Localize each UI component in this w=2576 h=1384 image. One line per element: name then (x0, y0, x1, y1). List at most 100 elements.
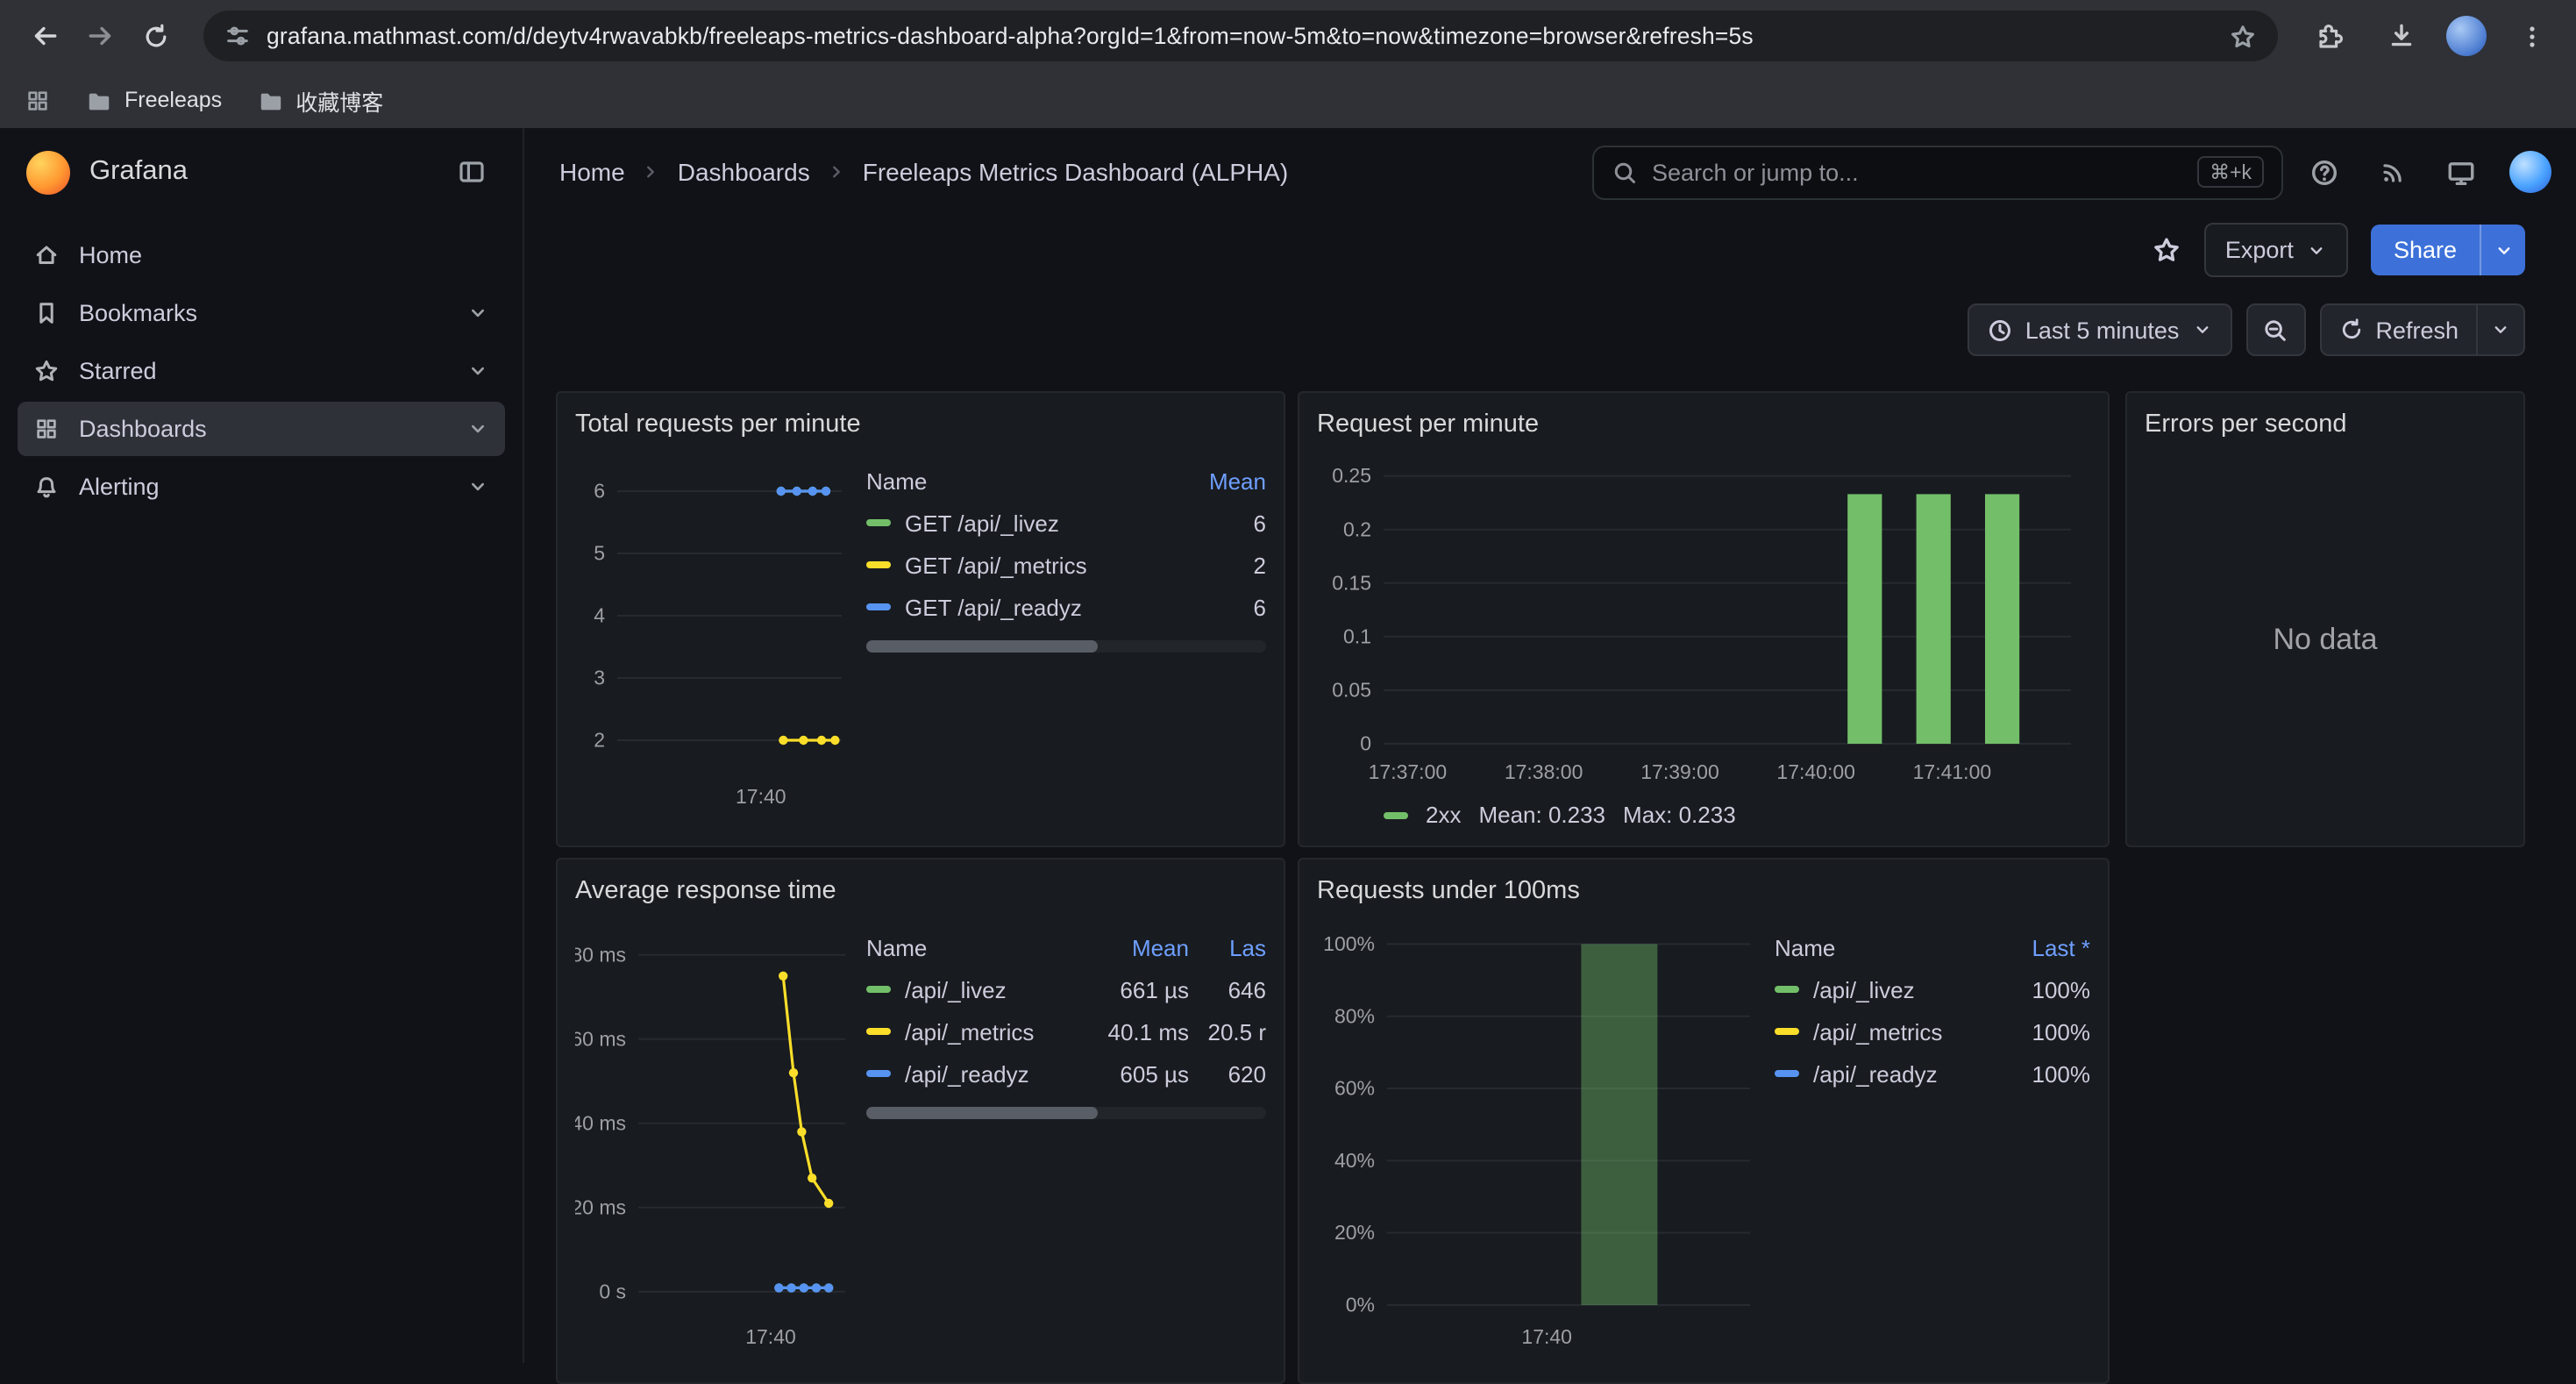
legend-col-mean[interactable]: Mean (1084, 934, 1189, 960)
browser-menu-icon[interactable] (2504, 9, 2558, 63)
series-toggle[interactable]: /api/_livez (866, 976, 1084, 1002)
panel-total-requests: Total requests per minute 6543217:40 Nam… (556, 391, 1285, 847)
panel-title[interactable]: Requests under 100ms (1317, 870, 2090, 912)
panel-title[interactable]: Request per minute (1317, 403, 2090, 446)
refresh-interval-dropdown[interactable] (2478, 303, 2525, 356)
legend-row: /api/_readyz 605 µs 620 (866, 1052, 1266, 1095)
rss-icon[interactable] (2366, 145, 2420, 199)
dock-menu-icon[interactable] (447, 147, 496, 196)
legend-col-name[interactable]: Name (866, 934, 1084, 960)
site-settings-icon[interactable] (224, 23, 251, 49)
user-avatar[interactable] (2509, 151, 2551, 193)
scrollbar-thumb[interactable] (866, 640, 1098, 653)
reload-button[interactable] (130, 10, 182, 62)
total-requests-chart[interactable]: 6543217:40 (575, 446, 852, 814)
legend-row: GET /api/_livez 6 (866, 502, 1266, 544)
legend-scrollbar[interactable] (866, 1107, 1266, 1119)
bookmarks-bar: Freeleaps 收藏博客 (0, 72, 2576, 128)
sidebar-item-label: Home (79, 242, 142, 268)
series-toggle[interactable]: GET /api/_readyz (866, 594, 1175, 620)
scrollbar-thumb[interactable] (866, 1107, 1098, 1119)
request-per-minute-chart[interactable]: 0.250.20.150.10.05017:37:0017:38:0017:39… (1317, 446, 2089, 789)
series-toggle[interactable]: /api/_readyz (866, 1060, 1084, 1087)
legend-col-last[interactable]: Last * (1992, 934, 2090, 960)
svg-text:40%: 40% (1334, 1149, 1375, 1172)
forward-button[interactable] (74, 10, 126, 62)
panel-requests-under-100ms: Requests under 100ms 100%80%60%40%20%0%1… (1298, 858, 2110, 1384)
sidebar-item-label: Dashboards (79, 416, 207, 442)
svg-text:0.05: 0.05 (1332, 679, 1371, 702)
series-toggle[interactable]: /api/_readyz (1775, 1060, 1992, 1087)
legend-col-name[interactable]: Name (1775, 934, 1992, 960)
series-toggle[interactable]: /api/_metrics (1775, 1018, 1992, 1045)
url-text[interactable]: grafana.mathmast.com/d/deytv4rwavabkb/fr… (267, 23, 2215, 49)
panel-title[interactable]: Average response time (575, 870, 1266, 912)
help-icon[interactable] (2297, 145, 2352, 199)
downloads-icon[interactable] (2374, 9, 2429, 63)
url-bar[interactable]: grafana.mathmast.com/d/deytv4rwavabkb/fr… (203, 11, 2278, 61)
sidebar-item-bookmarks[interactable]: Bookmarks (18, 286, 505, 340)
favorite-star-icon[interactable] (2152, 235, 2181, 265)
series-mean: 6 (1175, 510, 1266, 536)
series-toggle[interactable]: /api/_metrics (866, 1018, 1084, 1045)
legend-inline: 2xx Mean: 0.233 Max: 0.233 (1317, 802, 2090, 828)
share-label[interactable]: Share (2371, 225, 2480, 275)
panel-title[interactable]: Total requests per minute (575, 403, 1266, 446)
sidebar-item-alerting[interactable]: Alerting (18, 460, 505, 514)
series-last: 100% (1992, 1060, 2090, 1087)
time-range-label: Last 5 minutes (2025, 317, 2180, 343)
browser-profile-avatar[interactable] (2446, 16, 2487, 56)
export-button[interactable]: Export (2204, 223, 2348, 277)
refresh-group: Refresh (2319, 303, 2525, 356)
zoom-out-button[interactable] (2245, 303, 2305, 356)
legend-col-mean[interactable]: Mean (1175, 467, 1266, 494)
breadcrumb-home[interactable]: Home (559, 158, 625, 186)
legend-scrollbar[interactable] (866, 640, 1266, 653)
chevron-down-icon (466, 475, 489, 498)
bookmark-item-blog[interactable]: 收藏博客 (257, 83, 383, 117)
series-toggle[interactable]: 2xx (1426, 802, 1461, 828)
legend-col-last[interactable]: Las (1189, 934, 1266, 960)
time-range-picker[interactable]: Last 5 minutes (1968, 303, 2232, 356)
no-data-message: No data (2127, 435, 2523, 845)
refresh-label: Refresh (2375, 317, 2459, 343)
legend-row: /api/_livez 100% (1775, 968, 2090, 1010)
sidebar-item-home[interactable]: Home (18, 228, 505, 282)
chevron-down-icon (2191, 319, 2212, 340)
bookmark-icon (33, 300, 60, 326)
average-response-time-chart[interactable]: 80 ms60 ms40 ms20 ms0 s17:40 (575, 912, 852, 1354)
requests-under-100ms-chart[interactable]: 100%80%60%40%20%0%17:40 (1317, 912, 1761, 1354)
bookmark-label: 收藏博客 (295, 83, 383, 117)
bookmark-star-icon[interactable] (2229, 22, 2257, 50)
svg-text:17:40: 17:40 (736, 785, 786, 808)
sidebar-item-label: Bookmarks (79, 300, 197, 326)
chevron-down-icon (466, 302, 489, 325)
extensions-icon[interactable] (2302, 9, 2357, 63)
legend-col-name[interactable]: Name (866, 467, 1175, 494)
back-button[interactable] (18, 10, 70, 62)
series-toggle[interactable]: GET /api/_metrics (866, 552, 1175, 578)
home-icon (33, 242, 60, 268)
share-button[interactable]: Share (2371, 225, 2525, 275)
legend-row: GET /api/_metrics 2 (866, 544, 1266, 586)
folder-icon (257, 87, 283, 113)
share-dropdown-chevron[interactable] (2480, 225, 2525, 275)
grafana-logo[interactable] (26, 150, 70, 194)
refresh-button[interactable]: Refresh (2319, 303, 2478, 356)
sidebar-item-dashboards[interactable]: Dashboards (18, 402, 505, 456)
breadcrumb-dashboards[interactable]: Dashboards (678, 158, 810, 186)
svg-text:60 ms: 60 ms (575, 1027, 626, 1050)
search-placeholder: Search or jump to... (1652, 159, 1859, 185)
bookmark-item-freeleaps[interactable]: Freeleaps (86, 87, 222, 113)
svg-text:6: 6 (594, 480, 605, 503)
apps-grid-icon[interactable] (25, 87, 51, 113)
series-mean: 6 (1175, 594, 1266, 620)
sidebar-item-starred[interactable]: Starred (18, 344, 505, 398)
series-swatch (866, 519, 891, 526)
series-toggle[interactable]: GET /api/_livez (866, 510, 1175, 536)
series-toggle[interactable]: /api/_livez (1775, 976, 1992, 1002)
display-icon[interactable] (2434, 145, 2488, 199)
browser-actions (2302, 9, 2558, 63)
chevron-right-icon (641, 161, 662, 182)
search-input[interactable]: Search or jump to... ⌘+k (1592, 145, 2283, 199)
